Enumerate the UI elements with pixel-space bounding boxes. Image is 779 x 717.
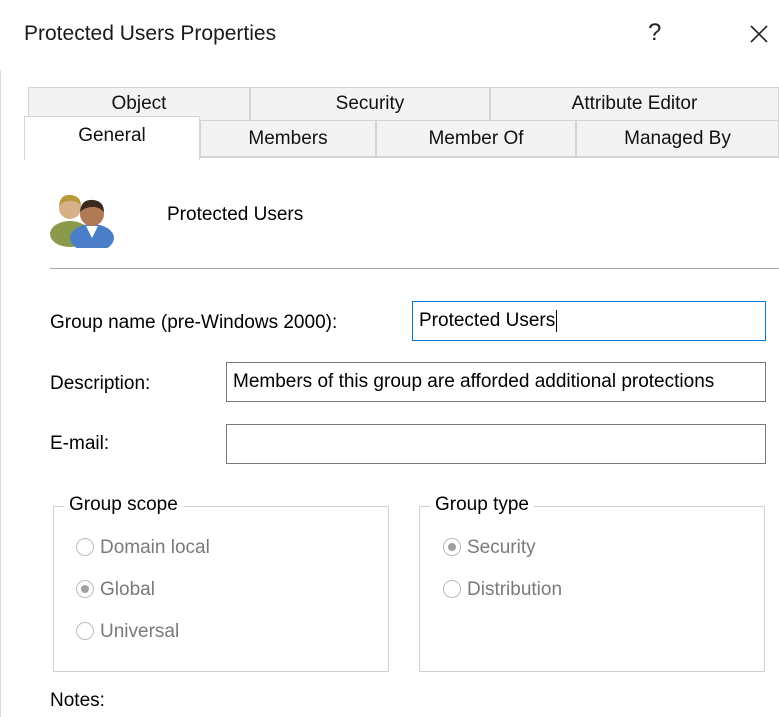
description-input[interactable]: Members of this group are afforded addit… — [226, 362, 766, 402]
pre2000-label: Group name (pre-Windows 2000): — [50, 312, 338, 333]
type-distribution-option: Distribution — [443, 579, 562, 601]
type-distribution-label: Distribution — [467, 579, 563, 600]
tab-managed-by[interactable]: Managed By — [576, 120, 779, 157]
window-title: Protected Users Properties — [24, 22, 277, 45]
close-icon — [750, 25, 768, 43]
radio-button-selected — [76, 580, 94, 598]
header-separator — [50, 268, 779, 269]
group-type-title: Group type — [430, 494, 534, 516]
radio-button — [76, 622, 94, 640]
radio-button-selected — [443, 538, 461, 556]
radio-button — [443, 580, 461, 598]
help-button[interactable]: ? — [648, 19, 661, 47]
radio-button — [76, 538, 94, 556]
group-scope-title: Group scope — [64, 494, 183, 516]
scope-global-option: Global — [76, 579, 155, 601]
description-label: Description: — [50, 373, 151, 394]
scope-global-label: Global — [100, 579, 155, 600]
type-security-option: Security — [443, 537, 536, 559]
scope-domain-local-option: Domain local — [76, 537, 210, 559]
pre2000-name-input[interactable]: Protected Users — [412, 301, 766, 341]
title-bar: Protected Users Properties ? — [0, 0, 779, 70]
tab-security[interactable]: Security — [250, 87, 490, 120]
tab-attribute-editor[interactable]: Attribute Editor — [490, 87, 779, 120]
text-caret — [556, 309, 558, 332]
notes-label: Notes: — [50, 690, 105, 711]
email-input[interactable] — [226, 424, 766, 464]
close-button[interactable] — [738, 13, 778, 53]
scope-universal-label: Universal — [100, 621, 180, 642]
pre2000-name-value: Protected Users — [419, 310, 556, 331]
type-security-label: Security — [467, 537, 536, 558]
group-users-icon — [50, 194, 114, 248]
scope-universal-option: Universal — [76, 621, 179, 643]
tab-members[interactable]: Members — [200, 120, 376, 157]
group-display-name: Protected Users — [167, 204, 304, 225]
tab-member-of[interactable]: Member Of — [376, 120, 576, 157]
email-label: E-mail: — [50, 433, 110, 454]
scope-domain-local-label: Domain local — [100, 537, 210, 558]
tab-general[interactable]: General — [24, 116, 200, 160]
